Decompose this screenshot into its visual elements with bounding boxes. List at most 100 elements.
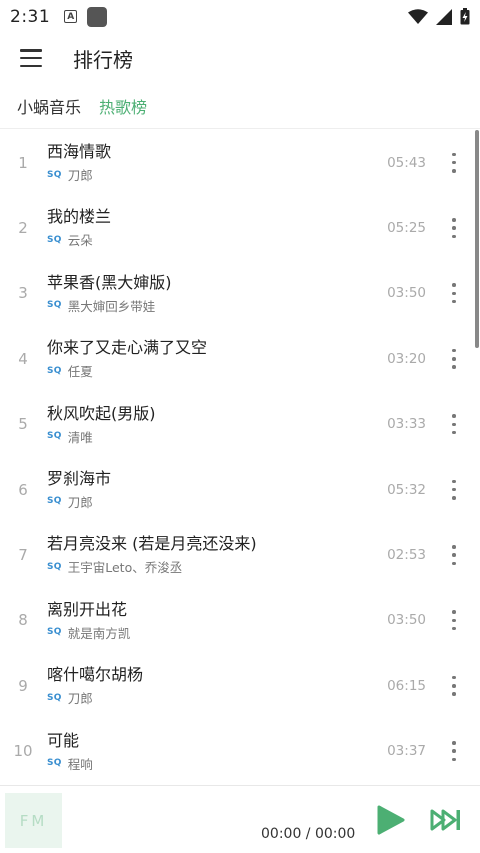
more-vert-icon[interactable] (450, 414, 458, 435)
song-duration: 05:25 (387, 220, 426, 237)
song-title: 西海情歌 (47, 142, 112, 161)
song-info: 西海情歌 SQ 刀郎 (47, 141, 111, 184)
song-row[interactable]: 9 喀什噶尔胡杨 SQ 刀郎 06:15 (0, 653, 480, 718)
quality-badge: SQ (47, 758, 62, 769)
status-right-icons (408, 8, 470, 25)
song-rank: 1 (18, 153, 28, 172)
more-vert-icon[interactable] (450, 152, 458, 173)
song-meta: SQ 黑大婶回乡带娃 (47, 296, 172, 315)
more-vert-icon[interactable] (450, 218, 458, 239)
quality-badge: SQ (47, 627, 62, 638)
song-artist: 任夏 (67, 364, 93, 380)
more-vert-icon[interactable] (450, 545, 458, 566)
song-duration: 05:32 (387, 481, 426, 498)
status-bar: 2:31 A (0, 0, 480, 33)
song-list[interactable]: 1 西海情歌 SQ 刀郎 05:43 2 我的楼兰 SQ 云朵 05:25 3 苹果香(黑大婶版) SQ… (0, 130, 480, 784)
song-info: 罗刹海市 SQ 刀郎 (47, 468, 111, 511)
song-row[interactable]: 8 离别开出花 SQ 就是南方凯 03:50 (0, 588, 480, 653)
song-row[interactable]: 2 我的楼兰 SQ 云朵 05:25 (0, 195, 480, 260)
scrollbar[interactable] (475, 130, 479, 348)
quality-badge: SQ (47, 234, 62, 245)
notification-app-icon (87, 6, 108, 27)
more-vert-icon[interactable] (450, 675, 458, 696)
quality-badge: SQ (47, 561, 62, 572)
quality-badge: SQ (47, 496, 62, 507)
wifi-icon (408, 8, 428, 24)
more-vert-icon[interactable] (450, 283, 458, 304)
song-rank: 7 (18, 546, 28, 565)
song-info: 若月亮没来 (若是月亮还没来) SQ 王宇宙Leto、乔浚丞 (47, 533, 257, 576)
song-rank: 9 (18, 676, 28, 695)
song-info: 喀什噶尔胡杨 SQ 刀郎 (47, 664, 143, 707)
song-artist: 王宇宙Leto、乔浚丞 (67, 560, 183, 576)
status-time: 2:31 (10, 6, 51, 27)
song-row[interactable]: 6 罗刹海市 SQ 刀郎 05:32 (0, 457, 480, 522)
more-vert-icon[interactable] (450, 741, 458, 762)
tab-hot-songs[interactable]: 热歌榜 (99, 94, 147, 118)
song-rank: 8 (18, 611, 28, 630)
menu-icon[interactable] (20, 49, 42, 67)
song-duration: 03:33 (387, 416, 426, 433)
song-meta: SQ 刀郎 (47, 492, 111, 511)
song-meta: SQ 任夏 (47, 361, 207, 380)
song-info: 秋风吹起(男版) SQ 清唯 (47, 403, 156, 446)
song-meta: SQ 王宇宙Leto、乔浚丞 (47, 557, 257, 576)
song-title: 喀什噶尔胡杨 (47, 665, 144, 685)
song-row[interactable]: 5 秋风吹起(男版) SQ 清唯 03:33 (0, 392, 480, 457)
song-duration: 03:20 (387, 350, 426, 367)
song-meta: SQ 刀郎 (47, 165, 111, 184)
app-bar: 排行榜 (0, 33, 480, 83)
song-title: 可能 (47, 730, 80, 750)
song-meta: SQ 云朵 (47, 230, 111, 249)
song-duration: 06:15 (387, 677, 426, 694)
song-artist: 就是南方凯 (67, 625, 131, 641)
song-title: 离别开出花 (47, 599, 128, 619)
song-duration: 03:37 (387, 743, 426, 760)
song-info: 苹果香(黑大婶版) SQ 黑大婶回乡带娃 (47, 272, 172, 315)
song-title: 秋风吹起(男版) (47, 403, 156, 423)
song-title: 罗刹海市 (47, 468, 112, 488)
song-meta: SQ 程响 (47, 754, 93, 773)
song-rank: 6 (18, 480, 28, 499)
song-title: 我的楼兰 (47, 207, 112, 227)
song-row[interactable]: 10 可能 SQ 程响 03:37 (0, 719, 480, 784)
album-cover[interactable]: FM (5, 793, 62, 848)
notification-a-icon: A (64, 10, 78, 23)
chart-tabs: 小蜗音乐 热歌榜 (0, 83, 480, 129)
tab-source[interactable]: 小蜗音乐 (17, 94, 81, 118)
song-title: 若月亮没来 (若是月亮还没来) (47, 534, 257, 554)
song-info: 可能 SQ 程响 (47, 730, 93, 773)
quality-badge: SQ (47, 431, 62, 442)
quality-badge: SQ (47, 692, 62, 703)
song-artist: 刀郎 (67, 168, 93, 183)
song-info: 离别开出花 SQ 就是南方凯 (47, 599, 130, 642)
song-artist: 刀郎 (67, 494, 93, 510)
song-artist: 黑大婶回乡带娃 (67, 298, 156, 314)
song-meta: SQ 刀郎 (47, 688, 143, 707)
song-duration: 03:50 (387, 612, 426, 629)
mini-player: FM 00:00 / 00:00 (0, 785, 480, 853)
more-vert-icon[interactable] (450, 610, 458, 631)
song-info: 你来了又走心满了又空 SQ 任夏 (47, 337, 207, 380)
song-row[interactable]: 4 你来了又走心满了又空 SQ 任夏 03:20 (0, 326, 480, 391)
song-artist: 云朵 (67, 233, 93, 249)
song-rank: 3 (18, 284, 28, 303)
skip-next-icon[interactable] (430, 809, 462, 831)
play-icon[interactable] (377, 805, 405, 835)
song-row[interactable]: 7 若月亮没来 (若是月亮还没来) SQ 王宇宙Leto、乔浚丞 02:53 (0, 522, 480, 587)
song-row[interactable]: 3 苹果香(黑大婶版) SQ 黑大婶回乡带娃 03:50 (0, 261, 480, 326)
more-vert-icon[interactable] (450, 348, 458, 369)
song-title: 你来了又走心满了又空 (47, 338, 208, 358)
song-artist: 清唯 (67, 429, 93, 445)
song-info: 我的楼兰 SQ 云朵 (47, 206, 111, 249)
playback-time: 00:00 / 00:00 (261, 826, 356, 842)
song-row[interactable]: 1 西海情歌 SQ 刀郎 05:43 (0, 130, 480, 195)
song-meta: SQ 就是南方凯 (47, 623, 130, 642)
song-duration: 02:53 (387, 547, 426, 564)
quality-badge: SQ (47, 169, 62, 180)
song-rank: 5 (18, 415, 28, 434)
quality-badge: SQ (47, 365, 62, 376)
song-meta: SQ 清唯 (47, 427, 156, 446)
song-duration: 05:43 (387, 154, 426, 171)
more-vert-icon[interactable] (450, 479, 458, 500)
